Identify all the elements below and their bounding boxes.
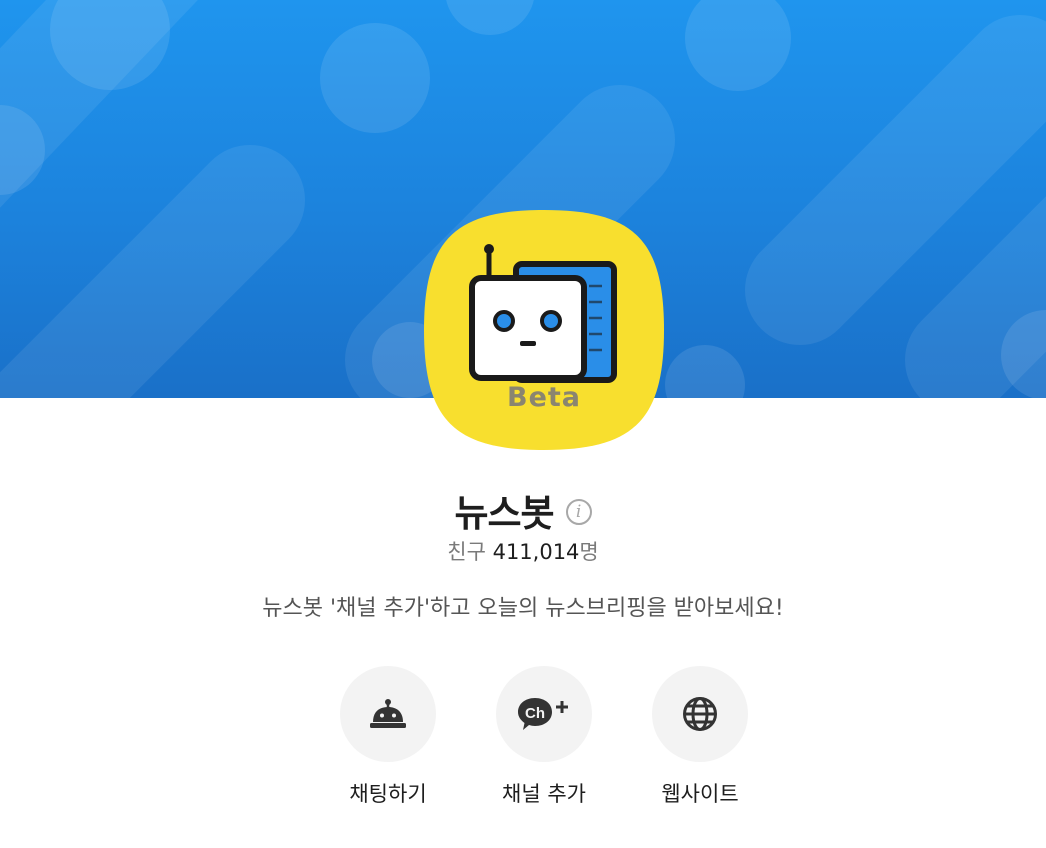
info-icon[interactable]: i xyxy=(565,499,592,525)
channel-add-icon-text: Ch xyxy=(525,705,545,722)
website-button-circle[interactable] xyxy=(652,666,748,762)
chat-button[interactable]: 채팅하기 xyxy=(328,666,448,808)
globe-icon xyxy=(683,697,717,731)
friends-count: 친구 411,014명 xyxy=(0,536,1046,566)
channel-name: 뉴스봇 xyxy=(454,492,554,535)
action-buttons: 채팅하기 Ch 채널 추가 웹사이트 xyxy=(0,666,1046,816)
chat-button-circle[interactable] xyxy=(340,666,436,762)
friends-number: 411,014 xyxy=(492,540,580,564)
friends-label: 친구 xyxy=(447,540,486,564)
channel-add-icon: Ch xyxy=(518,698,568,730)
channel-add-button-label: 채널 추가 xyxy=(502,782,586,806)
website-button[interactable]: 웹사이트 xyxy=(640,666,760,808)
channel-description: 뉴스봇 '채널 추가'하고 오늘의 뉴스브리핑을 받아보세요! xyxy=(262,596,784,621)
friends-unit: 명 xyxy=(579,540,599,564)
channel-name-row: 뉴스봇 i xyxy=(0,482,1046,538)
channel-add-button[interactable]: Ch 채널 추가 xyxy=(484,666,604,808)
chat-button-label: 채팅하기 xyxy=(349,782,427,806)
beta-badge: Beta xyxy=(506,382,582,413)
website-button-label: 웹사이트 xyxy=(661,782,739,806)
chatbot-icon xyxy=(370,699,406,728)
channel-add-button-circle[interactable]: Ch xyxy=(496,666,592,762)
channel-profile-image: Beta xyxy=(424,210,664,450)
